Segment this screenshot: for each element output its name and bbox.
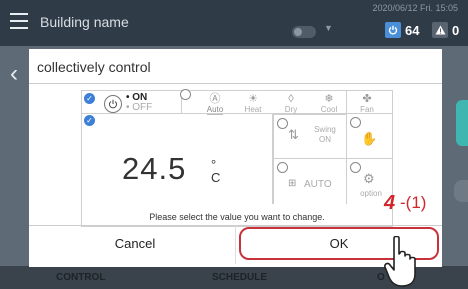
swing-checkbox[interactable] [277, 118, 288, 129]
top-bar: Building name 2020/06/12 Fri. 15:05 ▼ 64… [0, 0, 468, 46]
mode-heat[interactable]: ☀ Heat [234, 93, 272, 115]
on-units-status[interactable]: 64 [385, 22, 419, 38]
swing-label: Swing [314, 125, 336, 134]
side-tab[interactable] [456, 100, 468, 146]
nav-schedule[interactable]: SCHEDULE [212, 272, 267, 283]
temperature-value: 24.5 [122, 151, 187, 186]
mode-cool[interactable]: ❄ Cool [310, 93, 348, 115]
alarm-status[interactable]: 0 [432, 22, 459, 38]
mode-dry[interactable]: ◊ Dry [272, 93, 310, 115]
option-checkbox[interactable] [350, 162, 361, 173]
fan-speed-checkbox[interactable] [277, 162, 288, 173]
power-checkbox[interactable]: ✓ [84, 93, 95, 104]
divider [29, 83, 442, 84]
snowflake-icon: ❄ [324, 93, 334, 105]
step-number: 4 [384, 192, 396, 214]
temperature-checkbox[interactable]: ✓ [84, 115, 95, 126]
power-icon [109, 99, 117, 109]
auto-mode-icon: Ⓐ [209, 93, 221, 105]
alarm-count: 0 [452, 22, 460, 38]
temperature-setter[interactable]: ✓ 24.5 ° C [82, 114, 273, 204]
pointing-hand-icon [384, 236, 416, 287]
swing-icon: ⇅ [288, 127, 299, 142]
setting-checkbox[interactable] [350, 117, 361, 128]
instruction-text: Please select the value you want to chan… [149, 212, 325, 222]
warning-icon [432, 22, 448, 38]
toggle-switch[interactable] [292, 26, 316, 38]
divider [235, 226, 236, 264]
filter-icon[interactable]: ▼ [324, 23, 333, 33]
collective-control-dialog: collectively control ✓ • ON • OFF Ⓐ Auto… [29, 49, 442, 267]
fan-speed-icon: ⊞ [288, 178, 297, 189]
side-scroll-button[interactable] [454, 180, 468, 202]
swing-setting[interactable]: ⇅ Swing ON [273, 114, 346, 159]
fan-speed-setting[interactable]: ⊞ AUTO [273, 158, 346, 204]
power-off-option[interactable]: • OFF [126, 102, 152, 113]
control-panel: ✓ • ON • OFF Ⓐ Auto ☀ Heat ◊ Dry ❄ Cool [81, 89, 393, 227]
menu-icon[interactable] [10, 13, 28, 29]
step-sub-number: -(1) [400, 193, 427, 212]
nav-control[interactable]: CONTROL [56, 272, 105, 283]
dialog-title: collectively control [37, 59, 151, 75]
mode-auto[interactable]: Ⓐ Auto [196, 93, 234, 115]
swing-state: ON [319, 135, 331, 144]
mode-checkbox[interactable] [180, 89, 191, 100]
fan-speed-value: AUTO [304, 179, 332, 190]
gear-icon: ⚙ [363, 171, 375, 186]
back-icon[interactable]: ‹ [10, 60, 18, 88]
datetime: 2020/06/12 Fri. 15:05 [372, 3, 458, 13]
building-name: Building name [40, 14, 129, 30]
power-icon [385, 22, 401, 38]
droplet-icon: ◊ [288, 93, 294, 105]
sun-icon: ☀ [248, 93, 258, 105]
on-count: 64 [405, 22, 420, 38]
setting-cell[interactable]: ✋ [346, 91, 393, 158]
power-toggle[interactable] [104, 95, 122, 113]
hand-icon: ✋ [361, 131, 378, 146]
temperature-unit: ° C [211, 157, 221, 185]
cancel-button[interactable]: Cancel [85, 236, 185, 251]
